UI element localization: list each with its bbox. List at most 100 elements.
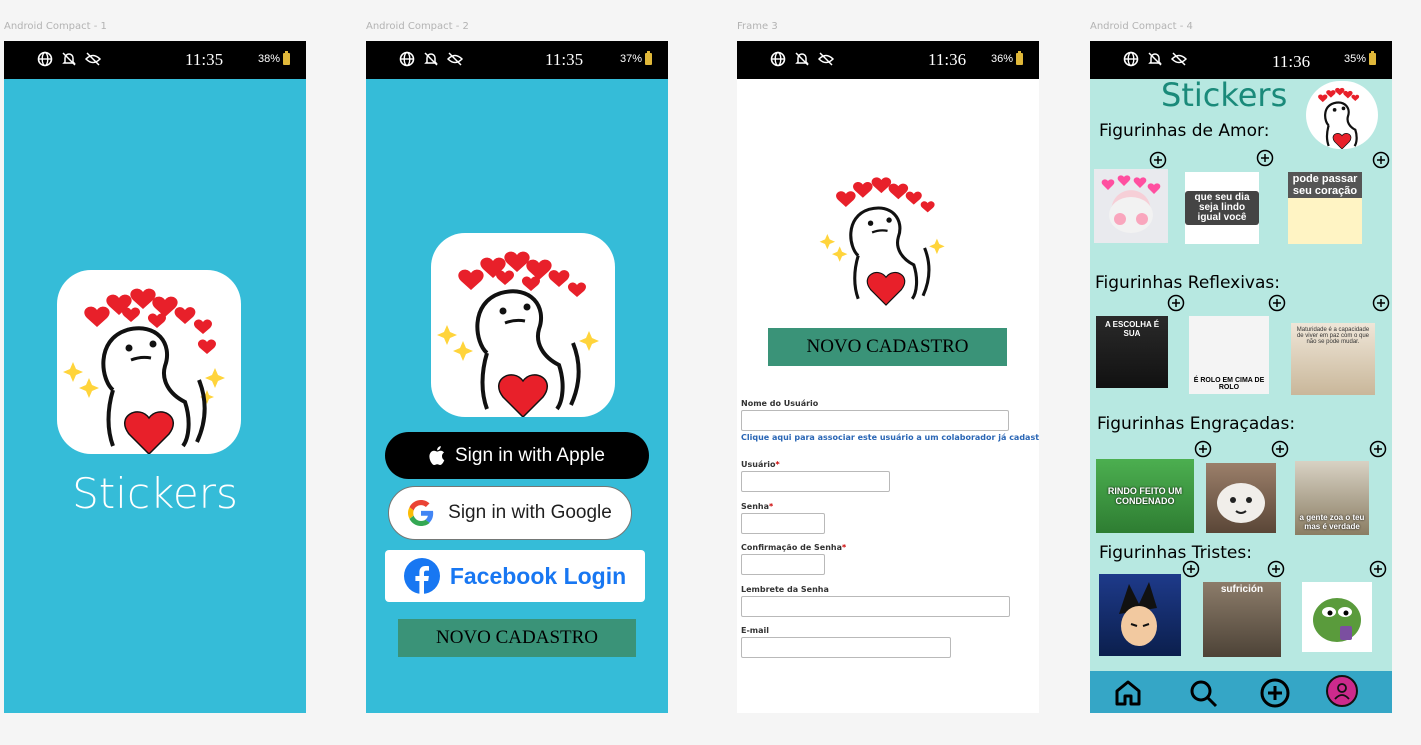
bottom-nav [1090,671,1392,713]
usuario-label: Usuário* [741,460,780,469]
cat-face-icon [1217,483,1265,523]
senha-label: Senha* [741,502,774,511]
register-screen: 11:36 36% NOVO CADASTRO Nome do Usuário … [737,41,1039,713]
battery-percent: 35% [1343,53,1366,65]
stickers-screen: 11:36 35% Stickers Figurinhas de Amor: q… [1090,41,1392,713]
battery-icon [1016,51,1023,65]
confirmacao-senha-label: Confirmação de Senha* [741,543,847,552]
sticker-rindo-feito[interactable]: RINDO FEITO UM CONDENADO [1096,459,1194,533]
sticker-cat-hearts[interactable] [1094,169,1168,243]
add-sticker-icon[interactable] [1182,560,1200,578]
add-sticker-icon[interactable] [1369,560,1387,578]
google-icon [408,500,434,526]
apple-icon [429,446,445,465]
sticker-pepe-sad[interactable] [1302,582,1372,652]
profile-avatar[interactable] [1326,675,1358,707]
facebook-icon [403,558,440,594]
section-title-engracadas: Figurinhas Engraçadas: [1097,414,1296,434]
associar-colaborador-link[interactable]: Clique aqui para associar este usuário a… [741,433,1039,442]
sign-in-apple-button[interactable]: Sign in with Apple [385,432,649,479]
sticker-caption: RINDO FEITO UM CONDENADO [1107,486,1183,506]
sticker-caption: a gente zoa o teu mas é verdade [1299,513,1365,531]
sticker-cat-funny[interactable] [1206,463,1276,533]
sticker-rolo-em-cima[interactable]: É ROLO EM CIMA DE ROLO [1189,316,1269,394]
search-icon[interactable] [1186,676,1220,710]
bell-off-icon [62,52,76,66]
status-time: 11:35 [545,50,584,69]
lembrete-senha-label: Lembrete da Senha [741,585,829,594]
section-title-reflexivas: Figurinhas Reflexivas: [1095,273,1280,293]
sticker-vegeta-sad[interactable] [1099,574,1181,656]
frame-label-2: Android Compact - 2 [366,21,469,32]
senha-input[interactable] [741,513,825,534]
sticker-a-escolha-e-sua[interactable]: A ESCOLHA É SUA [1096,316,1168,388]
globe-icon [37,51,53,67]
novo-cadastro-button[interactable]: NOVO CADASTRO [398,619,636,657]
battery-indicator: 36% [991,51,1023,65]
add-sticker-icon[interactable] [1167,294,1185,312]
bell-off-icon [1148,52,1162,66]
usuario-input[interactable] [741,471,890,492]
add-sticker-icon[interactable] [1194,440,1212,458]
add-sticker-icon[interactable] [1271,440,1289,458]
sticker-maturidade[interactable]: Maturidade é a capacidade de viver em pa… [1291,323,1375,395]
add-sticker-icon[interactable] [1256,149,1274,167]
add-sticker-icon[interactable] [1268,294,1286,312]
nome-usuario-input[interactable] [741,410,1009,431]
facebook-login-label: Facebook Login [449,562,627,589]
battery-indicator: 35% [1343,51,1376,65]
add-sticker-icon[interactable] [1267,560,1285,578]
facebook-login-button[interactable]: Facebook Login [385,550,645,602]
status-bar: 11:36 36% [737,41,1039,79]
pepe-frog-icon [1313,598,1361,642]
add-icon[interactable] [1258,676,1292,710]
nome-usuario-label: Nome do Usuário [741,399,819,408]
confirmacao-senha-input[interactable] [741,554,825,575]
splash-title: Stickers [72,469,238,518]
flork-heart-icon [1318,87,1360,149]
status-time: 11:36 [1272,52,1311,71]
section-title-tristes: Figurinhas Tristes: [1099,543,1252,563]
frame-label-3: Frame 3 [737,21,778,32]
app-logo [57,270,241,454]
home-icon[interactable] [1111,676,1145,710]
frame-label-4: Android Compact - 4 [1090,21,1193,32]
status-bar: 11:35 37% [366,41,668,79]
add-sticker-icon[interactable] [1372,294,1390,312]
eye-off-icon [84,52,102,66]
flork-heart-illustration [815,159,957,309]
section-title-amor: Figurinhas de Amor: [1099,121,1270,141]
sticker-caption: que seu dia seja lindo igual você [1185,191,1259,225]
splash-screen: 11:35 38% Stickers [4,41,306,713]
flork-heart-icon [819,177,945,306]
sticker-shrek[interactable]: a gente zoa o teu mas é verdade [1295,461,1369,535]
email-label: E-mail [741,626,770,635]
add-sticker-icon[interactable] [1369,440,1387,458]
email-input[interactable] [741,637,951,658]
battery-icon [645,51,652,65]
add-sticker-icon[interactable] [1372,151,1390,169]
eye-off-icon [1170,52,1188,66]
novo-cadastro-header: NOVO CADASTRO [768,328,1007,366]
globe-icon [770,51,786,67]
status-time: 11:36 [928,50,967,69]
status-time: 11:35 [185,50,224,69]
sad-anime-icon [1119,582,1157,646]
sticker-pode-passar[interactable]: pode passar seu coração [1288,172,1362,244]
sticker-que-seu-dia[interactable]: que seu dia seja lindo igual você [1185,172,1259,244]
battery-icon [1369,51,1376,65]
cat-hearts-icon [1101,175,1161,233]
sticker-caption: sufrición [1220,584,1264,595]
design-canvas: Android Compact - 1 Android Compact - 2 … [0,0,1421,745]
eye-off-icon [817,52,835,66]
lembrete-senha-input[interactable] [741,596,1010,617]
sign-in-google-button[interactable]: Sign in with Google [388,486,632,540]
add-sticker-icon[interactable] [1149,151,1167,169]
globe-icon [399,51,415,67]
battery-indicator: 37% [620,51,652,65]
sticker-sufricion[interactable]: sufrición [1203,582,1281,657]
status-bar: 11:36 35% [1090,41,1392,79]
bell-off-icon [795,52,809,66]
sticker-caption: Maturidade é a capacidade de viver em pa… [1296,327,1370,345]
sticker-caption: A ESCOLHA É SUA [1104,320,1160,338]
